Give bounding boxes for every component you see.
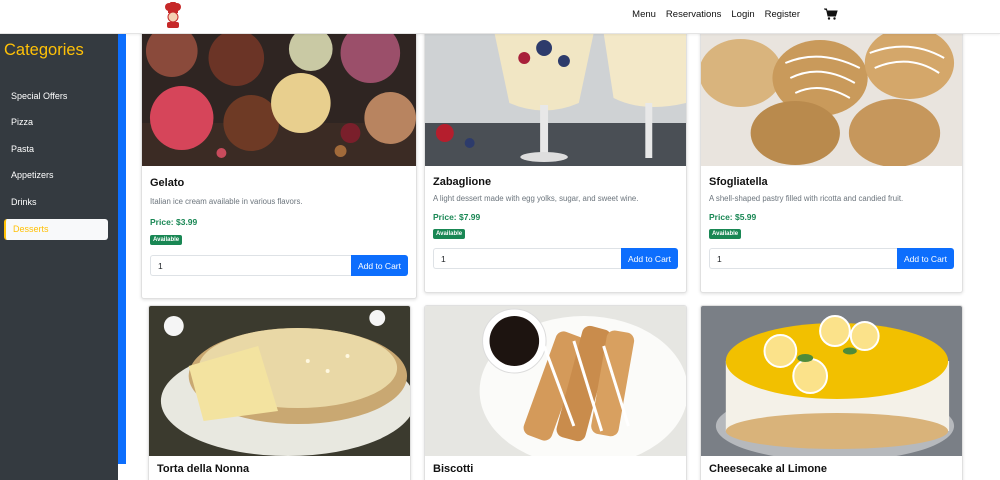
product-card-body: Biscotti — [433, 463, 678, 475]
product-image-biscotti — [425, 306, 686, 456]
product-price: Price: $5.99 — [709, 212, 757, 222]
product-title: Torta della Nonna — [157, 463, 250, 475]
sidebar-item-appetizers[interactable]: Appetizers — [4, 165, 108, 186]
sidebar-item-pizza[interactable]: Pizza — [4, 112, 108, 133]
product-title: Sfogliatella — [709, 176, 768, 188]
product-card-cheesecake-al-limone: Cheesecake al Limone — [700, 305, 963, 480]
add-to-cart-button[interactable]: Add to Cart — [351, 255, 408, 276]
product-image-zabaglione — [425, 23, 686, 166]
sidebar-item-desserts[interactable]: Desserts — [4, 219, 108, 240]
nav-link-reservations[interactable]: Reservations — [666, 9, 721, 20]
chef-logo-icon[interactable] — [163, 2, 183, 28]
product-card-torta-della-nonna: Torta della Nonna — [148, 305, 411, 480]
sidebar-item-special-offers[interactable]: Special Offers — [4, 86, 108, 107]
product-card-body: Torta della Nonna — [157, 463, 402, 475]
nav-link-menu[interactable]: Menu — [632, 9, 656, 20]
product-card-body: Sfogliatella A shell-shaped pastry fille… — [709, 176, 954, 269]
product-description: Italian ice cream available in various f… — [150, 197, 303, 206]
product-description: A shell-shaped pastry filled with ricott… — [709, 194, 904, 203]
product-card-biscotti: Biscotti — [424, 305, 687, 480]
product-image-torta-della-nonna — [149, 306, 410, 456]
product-title: Zabaglione — [433, 176, 492, 188]
product-title: Biscotti — [433, 463, 474, 475]
product-card-sfogliatella: Sfogliatella A shell-shaped pastry fille… — [700, 22, 963, 293]
status-badge: Available — [433, 229, 466, 239]
sidebar-item-pasta[interactable]: Pasta — [4, 139, 108, 160]
quantity-input[interactable] — [709, 248, 897, 269]
product-card-zabaglione: Zabaglione A light dessert made with egg… — [424, 22, 687, 293]
nav-link-login[interactable]: Login — [731, 9, 754, 20]
product-price: Price: $3.99 — [150, 217, 198, 227]
add-to-cart-button[interactable]: Add to Cart — [621, 248, 678, 269]
product-card-gelato: Gelato Italian ice cream available in va… — [141, 22, 417, 299]
product-title: Gelato — [150, 177, 185, 189]
sidebar-item-drinks[interactable]: Drinks — [4, 192, 108, 213]
category-sidebar: Categories Special Offers Pizza Pasta Ap… — [0, 34, 118, 480]
product-card-body: Zabaglione A light dessert made with egg… — [433, 176, 678, 269]
sidebar-title: Categories — [4, 41, 84, 59]
product-card-body: Cheesecake al Limone — [709, 463, 954, 475]
shopping-cart-icon[interactable] — [824, 8, 838, 20]
top-navbar: Menu Reservations Login Register — [0, 0, 1000, 34]
quantity-input[interactable] — [150, 255, 351, 276]
product-description: A light dessert made with egg yolks, sug… — [433, 194, 639, 203]
product-title: Cheesecake al Limone — [709, 463, 828, 475]
product-price: Price: $7.99 — [433, 212, 481, 222]
add-to-cart-button[interactable]: Add to Cart — [897, 248, 954, 269]
product-image-sfogliatella — [701, 23, 962, 166]
nav-link-register[interactable]: Register — [765, 9, 800, 20]
product-image-cheesecake-al-limone — [701, 306, 962, 456]
product-card-body: Gelato Italian ice cream available in va… — [150, 177, 408, 276]
quantity-input[interactable] — [433, 248, 621, 269]
status-badge: Available — [150, 235, 183, 245]
product-image-gelato — [142, 23, 416, 166]
status-badge: Available — [709, 229, 742, 239]
sidebar-accent-bar — [118, 34, 126, 464]
